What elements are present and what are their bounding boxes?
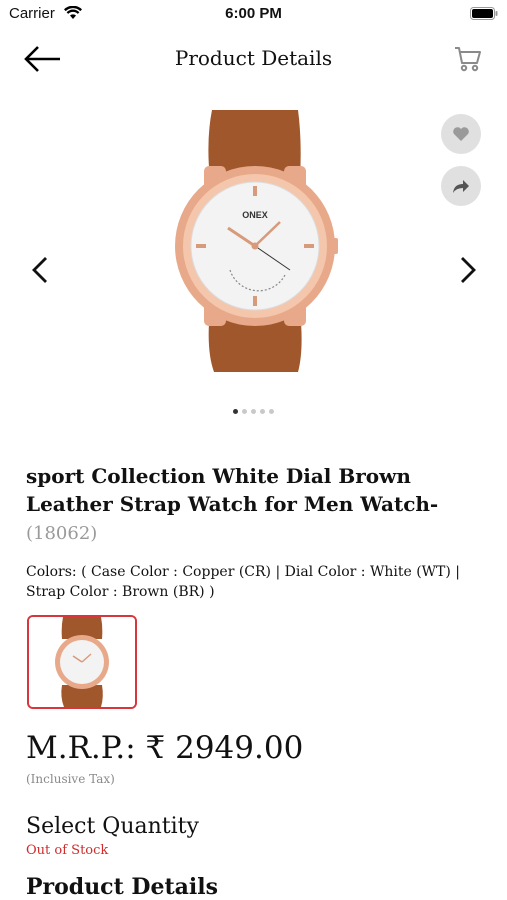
product-colors: Colors: ( Case Color : Copper (CR) | Dia…: [26, 564, 461, 600]
product-image: ONEX: [175, 110, 338, 372]
page-dot: [260, 409, 265, 414]
share-arrow-icon: [453, 180, 469, 193]
clock: 6:00 PM: [225, 5, 282, 22]
variant-image: [29, 617, 135, 707]
product-details-heading: Product Details: [26, 874, 218, 900]
battery-icon: [470, 7, 498, 20]
stock-status: Out of Stock: [26, 843, 109, 858]
cart-icon[interactable]: [453, 44, 483, 74]
page-dot: [251, 409, 256, 414]
navigation-bar: Product Details: [0, 34, 507, 84]
dial-brand: ONEX: [242, 210, 268, 220]
page-title: Product Details: [174, 46, 333, 70]
select-quantity-label: Select Quantity: [26, 814, 199, 839]
previous-image-arrow-icon[interactable]: [28, 254, 52, 286]
tax-note: (Inclusive Tax): [26, 772, 115, 786]
carousel-page-indicator: [0, 399, 507, 418]
price: M.R.P.: ₹ 2949.00: [26, 730, 304, 766]
page-dot: [242, 409, 247, 414]
product-name-text: sport Collection White Dial Brown Leathe…: [26, 464, 439, 516]
next-image-arrow-icon[interactable]: [456, 254, 480, 286]
page-dot: [233, 409, 238, 414]
share-button[interactable]: [441, 166, 481, 206]
product-title: sport Collection White Dial Brown Leathe…: [26, 462, 486, 548]
favorite-button[interactable]: [441, 114, 481, 154]
product-code: (18062): [26, 523, 98, 544]
product-image-carousel[interactable]: ONEX: [0, 96, 507, 416]
status-bar: Carrier 6:00 PM: [0, 0, 507, 28]
color-variant-thumbnail[interactable]: [27, 615, 137, 709]
page-dot: [269, 409, 274, 414]
heart-icon: [453, 127, 469, 141]
